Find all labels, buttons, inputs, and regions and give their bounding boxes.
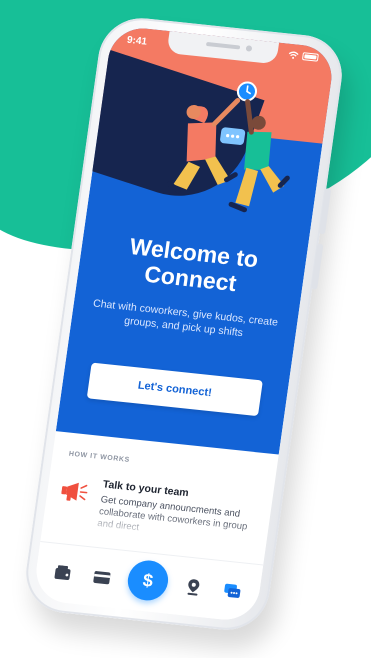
lets-connect-button[interactable]: Let's connect! [86,362,263,417]
dollar-icon: $ [141,569,155,591]
welcome-hero: Welcome to Connect Chat with coworkers, … [55,25,336,455]
how-it-works-heading: HOW IT WORKS [68,450,131,464]
wallet-icon [54,565,71,581]
welcome-title: Welcome to Connect [87,229,297,302]
pay-button[interactable]: $ [125,558,171,603]
welcome-subtitle: Chat with coworkers, give kudos, create … [92,297,279,340]
high-five-illustration [166,81,290,213]
bottom-tab-bar: $ [32,541,264,623]
tab-card[interactable] [88,564,115,590]
volume-button [311,243,324,290]
volume-button [318,188,332,235]
wifi-icon [288,51,299,59]
camera [245,45,253,52]
megaphone-icon [61,482,88,501]
tab-chat[interactable] [218,578,245,604]
status-icons [288,51,319,62]
card-icon [92,571,111,585]
tab-wallet[interactable] [50,560,77,586]
feature-talk-to-team: Talk to your team Get company announcmen… [61,474,263,533]
speaker [205,41,241,50]
status-time: 9:41 [126,34,148,48]
chat-icon [224,583,241,598]
battery-icon [301,52,319,62]
location-icon [187,579,200,596]
tab-location[interactable] [180,574,207,600]
